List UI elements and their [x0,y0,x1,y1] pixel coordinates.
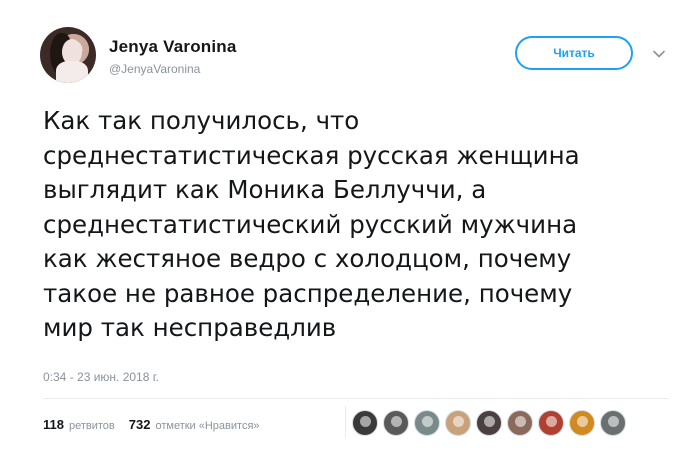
liker-avatar[interactable] [507,410,533,436]
liker-avatar[interactable] [383,410,409,436]
tweet-text: Как так получилось, что среднестатистиче… [43,106,580,342]
stats-separator [345,406,346,438]
liker-avatar[interactable] [445,410,471,436]
chevron-down-icon[interactable] [652,47,666,61]
likes-stat[interactable]: 732 отметки «Нравится» [129,417,260,432]
liker-avatar[interactable] [414,410,440,436]
retweets-count: 118 [43,416,64,432]
tweet-header: Jenya Varonina @JenyaVaronina Читать [40,27,680,87]
likes-label: отметки «Нравится» [155,419,260,432]
user-name[interactable]: Jenya Varonina [109,37,237,57]
user-handle[interactable]: @JenyaVaronina [109,62,200,76]
divider [43,398,669,399]
tweet-timestamp[interactable]: 0:34 - 23 июн. 2018 г. [43,370,159,384]
tweet-stats: 118 ретвитов 732 отметки «Нравится» [43,412,274,436]
follow-button[interactable]: Читать [515,36,633,70]
retweets-stat[interactable]: 118 ретвитов [43,417,115,432]
liker-avatar[interactable] [476,410,502,436]
liker-avatar[interactable] [352,410,378,436]
likes-count: 732 [128,416,151,432]
liker-avatar[interactable] [600,410,626,436]
avatar-shoulder [56,61,88,83]
liker-avatars [352,410,631,436]
user-avatar[interactable] [40,27,96,83]
liker-avatar[interactable] [538,410,564,436]
retweets-label: ретвитов [68,419,115,432]
liker-avatar[interactable] [569,410,595,436]
